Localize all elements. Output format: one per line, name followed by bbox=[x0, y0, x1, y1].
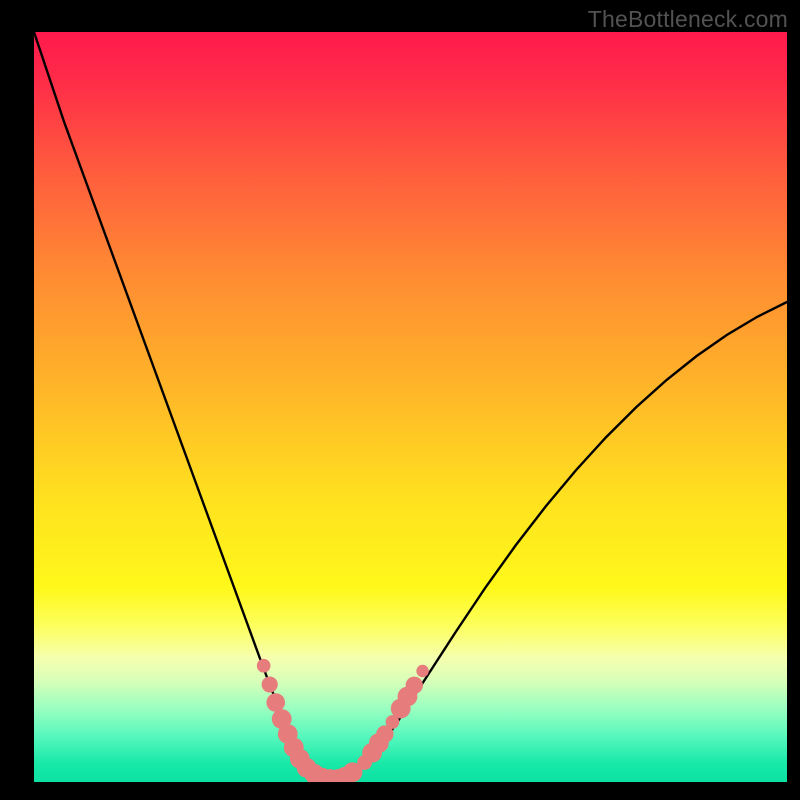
curve-marker bbox=[266, 693, 285, 712]
curve-marker bbox=[416, 665, 428, 677]
curve-marker bbox=[262, 676, 278, 692]
curve-marker bbox=[406, 677, 423, 694]
bottleneck-chart bbox=[34, 32, 787, 782]
curve-marker bbox=[257, 659, 271, 673]
chart-frame: TheBottleneck.com bbox=[0, 0, 800, 800]
watermark-text: TheBottleneck.com bbox=[588, 6, 788, 33]
gradient-background bbox=[34, 32, 787, 782]
